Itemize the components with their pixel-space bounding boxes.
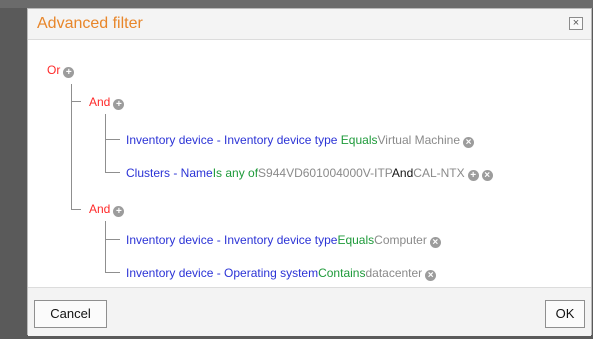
rule-value[interactable]: CAL-NTX — [413, 166, 464, 180]
rule-field[interactable]: Inventory device - Inventory device type — [126, 133, 337, 147]
rule-field[interactable]: Inventory device - Operating system — [126, 266, 318, 280]
rule-value[interactable]: S944VD601004000V-ITP — [258, 166, 392, 180]
rule-value[interactable]: datacenter — [365, 266, 422, 280]
ok-button[interactable]: OK — [545, 300, 585, 328]
tree-connector — [105, 221, 106, 272]
tree-connector — [71, 209, 81, 210]
filter-tree: Or + And + Inventory device - Inventory de… — [28, 40, 591, 286]
dialog-footer: Cancel OK — [28, 287, 591, 336]
dialog-title: Advanced filter — [37, 15, 143, 32]
root-operator[interactable]: Or — [47, 63, 60, 77]
rule-comparator[interactable]: Is any of — [213, 166, 258, 180]
group-and-node: And + — [89, 202, 125, 217]
rule-comparator[interactable]: Contains — [318, 266, 365, 280]
rule-field[interactable]: Inventory device - Inventory device type — [126, 233, 337, 247]
rule-comparator[interactable]: Equals — [341, 133, 378, 147]
remove-icon[interactable]: × — [425, 270, 437, 281]
remove-icon[interactable]: × — [429, 237, 441, 248]
background-strip — [0, 0, 593, 8]
close-icon: × — [572, 17, 580, 29]
tree-connector — [105, 139, 120, 140]
tree-connector — [105, 114, 106, 172]
filter-rule: Inventory device - Inventory device type… — [126, 133, 474, 148]
add-icon[interactable]: + — [63, 67, 75, 78]
rule-value[interactable]: Computer — [374, 233, 427, 247]
group-and-node: And + — [89, 95, 125, 110]
tree-connector — [105, 172, 120, 173]
add-icon[interactable]: + — [113, 206, 125, 217]
rule-value[interactable]: Virtual Machine — [378, 133, 461, 147]
tree-connector — [105, 239, 120, 240]
filter-rule: Inventory device - Operating systemConta… — [126, 266, 437, 281]
cancel-button[interactable]: Cancel — [34, 300, 107, 328]
filter-rule: Inventory device - Inventory device type… — [126, 233, 441, 248]
tree-connector — [105, 272, 120, 273]
close-button[interactable]: × — [569, 17, 583, 30]
remove-icon[interactable]: × — [463, 137, 474, 148]
rule-join: And — [391, 166, 414, 180]
tree-connector — [71, 84, 72, 210]
add-icon[interactable]: + — [113, 99, 125, 110]
add-icon[interactable]: + — [467, 170, 479, 181]
dialog-titlebar: Advanced filter × — [28, 9, 591, 40]
root-or-node: Or + — [47, 63, 75, 78]
filter-rule: Clusters - NameIs any ofS944VD601004000V… — [126, 166, 493, 181]
tree-connector — [71, 101, 81, 102]
remove-icon[interactable]: × — [481, 170, 493, 181]
group-operator[interactable]: And — [89, 202, 110, 216]
rule-field[interactable]: Clusters - Name — [126, 166, 213, 180]
group-operator[interactable]: And — [89, 95, 110, 109]
rule-comparator[interactable]: Equals — [337, 233, 374, 247]
advanced-filter-dialog: Advanced filter × Or + And + Inventory dev… — [27, 8, 592, 336]
